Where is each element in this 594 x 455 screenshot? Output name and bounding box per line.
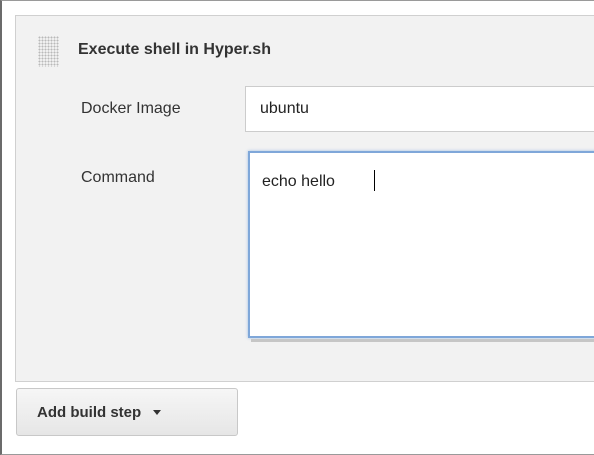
drag-handle-icon[interactable] [38, 36, 59, 67]
build-step-title: Execute shell in Hyper.sh [78, 41, 271, 58]
command-label: Command [81, 169, 155, 186]
text-cursor [374, 170, 375, 191]
add-build-step-label: Add build step [37, 403, 142, 421]
command-textarea[interactable]: echo hello [248, 151, 594, 338]
docker-image-label: Docker Image [81, 100, 181, 117]
add-build-step-button[interactable]: Add build step [16, 388, 238, 436]
docker-image-input[interactable] [245, 86, 594, 132]
textarea-resize-edge [251, 339, 594, 342]
caret-down-icon [153, 410, 162, 415]
